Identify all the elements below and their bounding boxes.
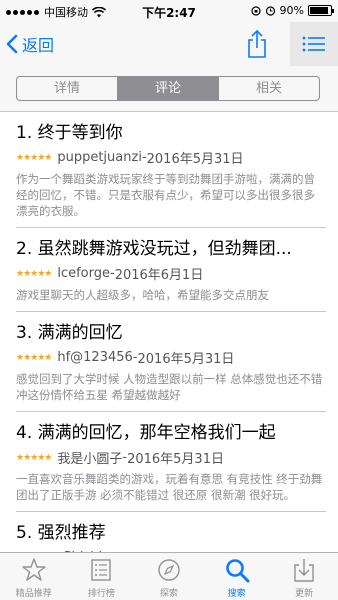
review-title: 2. 虽然跳舞游戏没玩过，但劲舞团... (16, 239, 292, 259)
share-icon (248, 29, 266, 58)
review-date: 2016年5月31日 (137, 352, 235, 367)
tab-ranking-list[interactable]: 排行榜 (68, 553, 136, 600)
segmented-control: 详情 评论 相关 (16, 76, 320, 101)
review-title: 1. 终于等到你 (16, 123, 123, 143)
tab-bar: 精品推荐 排行榜 探索 搜索 更新 (0, 552, 338, 600)
back-label: 返回 (22, 36, 55, 55)
review-meta: ★★★★★ 我是小圆子 - 2016年5月31日 (16, 448, 326, 467)
compass-icon (158, 559, 180, 581)
list-icon (302, 36, 325, 52)
review-title: 4. 满满的回忆，那年空格我们一起 (16, 423, 276, 443)
search-icon (225, 559, 250, 583)
review-item[interactable]: 2. 虽然跳舞游戏没玩过，但劲舞团... ★★★★★ lceforge - 2016… (16, 228, 326, 312)
download-icon (294, 559, 314, 582)
navigation-bar: 返回 (0, 22, 338, 66)
segment-bar: 详情 评论 相关 (0, 66, 338, 112)
star-icon (22, 558, 46, 581)
status-right: 90% (250, 4, 334, 17)
battery-percent: 90% (279, 4, 304, 17)
review-body: 游戏里聊天的人超级多，哈哈，希望能多交点朋友 (16, 288, 269, 302)
review-author: lceforge (57, 266, 110, 281)
chevron-left-icon (6, 34, 18, 54)
review-item[interactable]: 5. 强烈推荐★★★★★_Phishing - 2016年6月1日劲舞团的完美移… (16, 512, 326, 552)
review-title: 3. 满满的回忆 (16, 323, 123, 343)
tab-label: 搜索 (227, 589, 246, 599)
review-item[interactable]: 1. 终于等到你 ★★★★★ puppetjuanzi - 2016年5月31日 作为… (16, 112, 326, 228)
segment-tab-2[interactable]: 相关 (219, 77, 319, 100)
tab-compass[interactable]: 探索 (135, 553, 203, 600)
tab-search[interactable]: 搜索 (203, 553, 271, 600)
review-body: 作为一个舞蹈类游戏玩家终于等到劲舞团手游啦，满满的曾经的回忆，不错。只是衣服有点… (16, 172, 315, 218)
share-button[interactable] (244, 29, 270, 59)
star-rating-icon: ★★★★★ (16, 352, 52, 363)
review-author: hf@123456 (57, 350, 133, 365)
segment-tab-1[interactable]: 评论 (118, 77, 219, 100)
tab-label: 探索 (159, 589, 178, 599)
rotation-lock-icon (250, 5, 261, 16)
review-list: 1. 终于等到你 ★★★★★ puppetjuanzi - 2016年5月31日 作为… (0, 112, 338, 552)
review-item[interactable]: 3. 满满的回忆 ★★★★★ hf@123456 - 2016年5月31日 感觉回到了… (16, 312, 326, 412)
review-author: puppetjuanzi (57, 150, 142, 165)
tab-download[interactable]: 更新 (270, 553, 338, 600)
tab-label: 排行榜 (87, 589, 115, 599)
star-rating-icon: ★★★★★ (16, 452, 52, 463)
review-date: 2016年5月31日 (127, 452, 224, 467)
review-body: 感觉回到了大学时候 人物造型跟以前一样 总体感觉也还不错 冲这份情怀给五星 希望… (16, 372, 323, 402)
star-rating-icon: ★★★★★ (16, 268, 52, 279)
back-button[interactable]: 返回 (6, 30, 54, 58)
segment-tab-0[interactable]: 详情 (17, 77, 118, 100)
tab-star[interactable]: 精品推荐 (0, 553, 68, 600)
review-date: 2016年5月31日 (146, 152, 244, 167)
review-title: 5. 强烈推荐 (16, 523, 106, 543)
review-meta: ★★★★★ hf@123456 - 2016年5月31日 (16, 348, 326, 367)
review-date: 2016年6月1日 (114, 268, 204, 283)
battery-icon (308, 5, 334, 16)
review-author: 我是小圆子 (57, 452, 123, 467)
alarm-icon (265, 6, 275, 16)
tab-label: 更新 (295, 589, 314, 599)
review-meta: ★★★★★ lceforge - 2016年6月1日 (16, 264, 326, 283)
review-meta: ★★★★★ puppetjuanzi - 2016年5月31日 (16, 148, 326, 167)
review-item[interactable]: 4. 满满的回忆，那年空格我们一起 ★★★★★ 我是小圆子 - 2016年5月31日… (16, 412, 326, 512)
star-rating-icon: ★★★★★ (16, 152, 52, 163)
status-bar: 中国移动 下午2:47 90% (0, 0, 338, 22)
review-body: 一直喜欢音乐舞蹈类的游戏，玩着有意思 有竞技性 终于劲舞团出了正版手游 必须不能… (16, 472, 323, 502)
list-button[interactable] (290, 22, 338, 66)
ranking-list-icon (91, 559, 112, 581)
tab-label: 精品推荐 (15, 589, 52, 599)
